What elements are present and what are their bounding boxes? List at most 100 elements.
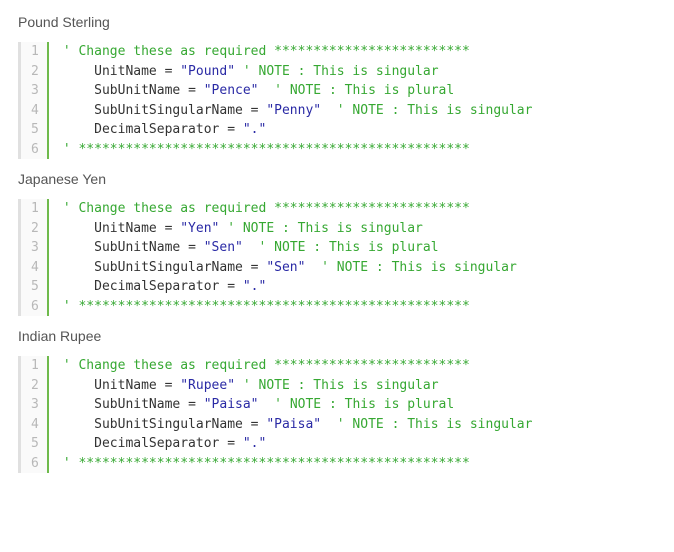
code-line: SubUnitSingularName = "Penny" ' NOTE : T… [63, 101, 533, 121]
line-number: 1 [31, 356, 39, 376]
token-comment: ' NOTE : This is plural [274, 83, 454, 98]
code-line: ' **************************************… [63, 140, 533, 160]
token-string: "Pence" [204, 83, 274, 98]
token-comment: ' Change these as required *************… [63, 44, 470, 59]
code-section: Indian Rupee 123456 ' Change these as requ… [18, 328, 656, 473]
code-line: SubUnitSingularName = "Sen" ' NOTE : Thi… [63, 258, 517, 278]
code-line: ' Change these as required *************… [63, 42, 533, 62]
line-number: 3 [31, 395, 39, 415]
code-line: SubUnitName = "Paisa" ' NOTE : This is p… [63, 395, 533, 415]
code-section: Japanese Yen 123456 ' Change these as requ… [18, 171, 656, 316]
code-line: UnitName = "Pound" ' NOTE : This is sing… [63, 62, 533, 82]
line-number-gutter: 123456 [21, 42, 49, 159]
token-comment: ' NOTE : This is singular [227, 221, 423, 236]
line-number: 4 [31, 415, 39, 435]
code-section: Pound Sterling 123456 ' Change these as re… [18, 14, 656, 159]
token-op: = [227, 122, 243, 137]
token-comment: ' Change these as required *************… [63, 201, 470, 216]
line-number-gutter: 123456 [21, 356, 49, 473]
line-number: 2 [31, 376, 39, 396]
code-block: 123456 ' Change these as required *******… [18, 42, 656, 159]
token-comment: ' NOTE : This is plural [259, 240, 439, 255]
code-line: ' Change these as required *************… [63, 199, 517, 219]
line-number: 3 [31, 81, 39, 101]
token-op: = [227, 279, 243, 294]
code-content: ' Change these as required *************… [49, 42, 533, 159]
token-comment: ' NOTE : This is singular [321, 260, 517, 275]
code-content: ' Change these as required *************… [49, 356, 533, 473]
section-title: Pound Sterling [18, 14, 656, 30]
token-comment: ' NOTE : This is singular [337, 417, 533, 432]
token-string: "Pound" [180, 64, 243, 79]
line-number: 2 [31, 219, 39, 239]
section-title: Indian Rupee [18, 328, 656, 344]
line-number: 5 [31, 277, 39, 297]
line-number: 1 [31, 42, 39, 62]
token-string: "." [243, 122, 266, 137]
line-number: 4 [31, 258, 39, 278]
line-number: 3 [31, 238, 39, 258]
token-string: "." [243, 279, 266, 294]
token-identifier: SubUnitSingularName [63, 260, 251, 275]
code-line: UnitName = "Rupee" ' NOTE : This is sing… [63, 376, 533, 396]
code-line: ' **************************************… [63, 297, 517, 317]
line-number: 6 [31, 297, 39, 317]
code-line: ' **************************************… [63, 454, 533, 474]
token-string: "Paisa" [204, 397, 274, 412]
token-comment: ' NOTE : This is plural [274, 397, 454, 412]
line-number: 6 [31, 140, 39, 160]
code-content: ' Change these as required *************… [49, 199, 517, 316]
token-op: = [188, 397, 204, 412]
token-identifier: DecimalSeparator [63, 122, 227, 137]
token-identifier: SubUnitSingularName [63, 103, 251, 118]
token-identifier: SubUnitName [63, 240, 188, 255]
token-comment: ' **************************************… [63, 142, 470, 157]
token-comment: ' **************************************… [63, 456, 470, 471]
token-identifier: UnitName [63, 64, 165, 79]
code-line: UnitName = "Yen" ' NOTE : This is singul… [63, 219, 517, 239]
token-string: "." [243, 436, 266, 451]
code-line: ' Change these as required *************… [63, 356, 533, 376]
code-line: DecimalSeparator = "." [63, 434, 533, 454]
token-comment: ' Change these as required *************… [63, 358, 470, 373]
token-comment: ' NOTE : This is singular [243, 378, 439, 393]
line-number-gutter: 123456 [21, 199, 49, 316]
line-number: 6 [31, 454, 39, 474]
token-op: = [188, 240, 204, 255]
code-line: SubUnitName = "Sen" ' NOTE : This is plu… [63, 238, 517, 258]
line-number: 1 [31, 199, 39, 219]
token-identifier: SubUnitName [63, 83, 188, 98]
token-op: = [251, 417, 267, 432]
line-number: 5 [31, 434, 39, 454]
token-op: = [165, 221, 181, 236]
code-block: 123456 ' Change these as required *******… [18, 356, 656, 473]
token-comment: ' NOTE : This is singular [243, 64, 439, 79]
token-string: "Paisa" [266, 417, 336, 432]
token-comment: ' **************************************… [63, 299, 470, 314]
code-line: SubUnitSingularName = "Paisa" ' NOTE : T… [63, 415, 533, 435]
code-line: DecimalSeparator = "." [63, 120, 533, 140]
line-number: 2 [31, 62, 39, 82]
token-op: = [188, 83, 204, 98]
token-op: = [227, 436, 243, 451]
token-comment: ' NOTE : This is singular [337, 103, 533, 118]
section-title: Japanese Yen [18, 171, 656, 187]
token-identifier: UnitName [63, 221, 165, 236]
token-identifier: SubUnitSingularName [63, 417, 251, 432]
token-identifier: SubUnitName [63, 397, 188, 412]
token-string: "Penny" [266, 103, 336, 118]
line-number: 4 [31, 101, 39, 121]
token-op: = [251, 103, 267, 118]
token-string: "Sen" [266, 260, 321, 275]
code-line: SubUnitName = "Pence" ' NOTE : This is p… [63, 81, 533, 101]
token-string: "Rupee" [180, 378, 243, 393]
code-line: DecimalSeparator = "." [63, 277, 517, 297]
token-identifier: DecimalSeparator [63, 436, 227, 451]
token-string: "Sen" [204, 240, 259, 255]
token-string: "Yen" [180, 221, 227, 236]
token-op: = [165, 64, 181, 79]
token-op: = [165, 378, 181, 393]
token-identifier: DecimalSeparator [63, 279, 227, 294]
line-number: 5 [31, 120, 39, 140]
token-identifier: UnitName [63, 378, 165, 393]
